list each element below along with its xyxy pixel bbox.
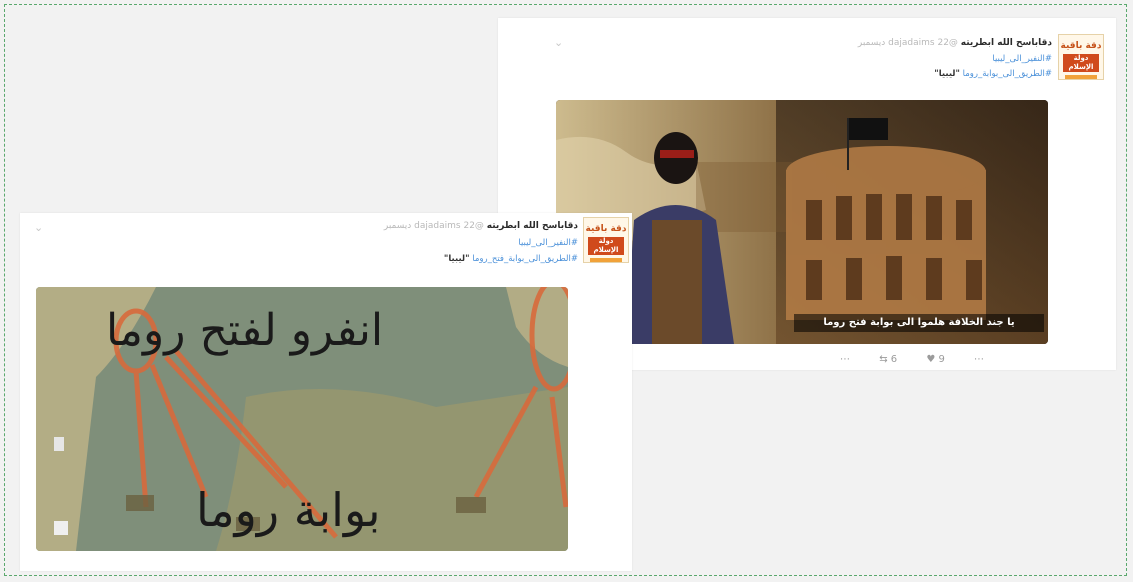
- retweet-icon: ⇆: [879, 354, 888, 365]
- map-overlay-text-1: انفرو لفتح روما: [106, 305, 384, 356]
- image-caption-banner: يا جند الخلافة هلموا الى بوابة فتح روما: [794, 314, 1044, 332]
- tweet-text-quote: "ليبيا": [443, 254, 470, 264]
- account-name[interactable]: دقاباسح الله ابطريته: [961, 38, 1052, 48]
- tweet-card-2[interactable]: ⌄ دقاباسح الله ابطريته @dajadaims 22 ديس…: [20, 213, 632, 571]
- hashtag-line: #الطريق_الى_بوابة_روما "ليبيا": [934, 69, 1052, 79]
- hashtag-link[interactable]: #الطريق_الى_بوابة_فتح_روما: [472, 254, 578, 264]
- avatar-logo-subtext: دولة الإسلام: [1063, 54, 1099, 72]
- retweet-button[interactable]: ⇆ 6: [879, 354, 897, 365]
- hashtag-link[interactable]: #النفير_الى_ليبيا: [992, 54, 1052, 64]
- like-icon: ♥: [926, 354, 936, 365]
- avatar-logo-text: دقة باقية: [585, 224, 627, 234]
- tweet-options-caret-icon[interactable]: ⌄: [34, 221, 43, 234]
- avatar-logo-bar: [590, 257, 622, 262]
- tweet-text-quote: "ليبيا": [934, 69, 960, 79]
- hashtag-line: #الطريق_الى_بوابة_فتح_روما "ليبيا": [444, 254, 578, 264]
- retweet-count: 6: [890, 354, 898, 365]
- like-button[interactable]: ♥ 9: [926, 354, 945, 365]
- hashtag-link[interactable]: #النفير_الى_ليبيا: [518, 238, 578, 248]
- hashtag-link[interactable]: #الطريق_الى_بوابة_روما: [963, 69, 1052, 79]
- avatar-logo-text: دقة باقية: [1060, 41, 1102, 51]
- tweet-actions-bar: ⋯ ⇆ 6 ♥ 9 ⋯: [840, 354, 1010, 365]
- reply-icon[interactable]: ⋯: [840, 354, 850, 365]
- tweet-header: دقاباسح الله ابطريته @dajadaims 22 ديسمب…: [858, 38, 1052, 48]
- tweet-options-caret-icon[interactable]: ⌄: [554, 36, 563, 49]
- account-name[interactable]: دقاباسح الله ابطريته: [487, 221, 578, 231]
- like-count: 9: [938, 354, 945, 365]
- tweet-header: دقاباسح الله ابطريته @dajadaims 22 ديسمب…: [384, 221, 578, 231]
- more-icon[interactable]: ⋯: [974, 354, 984, 365]
- tweet-media-image[interactable]: انفرو لفتح روما بوابة روما: [36, 287, 568, 551]
- account-avatar[interactable]: دقة باقية دولة الإسلام: [583, 217, 629, 263]
- avatar-logo-subtext: دولة الإسلام: [588, 237, 624, 255]
- avatar-logo-bar: [1065, 74, 1097, 79]
- account-avatar[interactable]: دقة باقية دولة الإسلام: [1058, 34, 1104, 80]
- map-overlay-text-2: بوابة روما: [196, 483, 381, 537]
